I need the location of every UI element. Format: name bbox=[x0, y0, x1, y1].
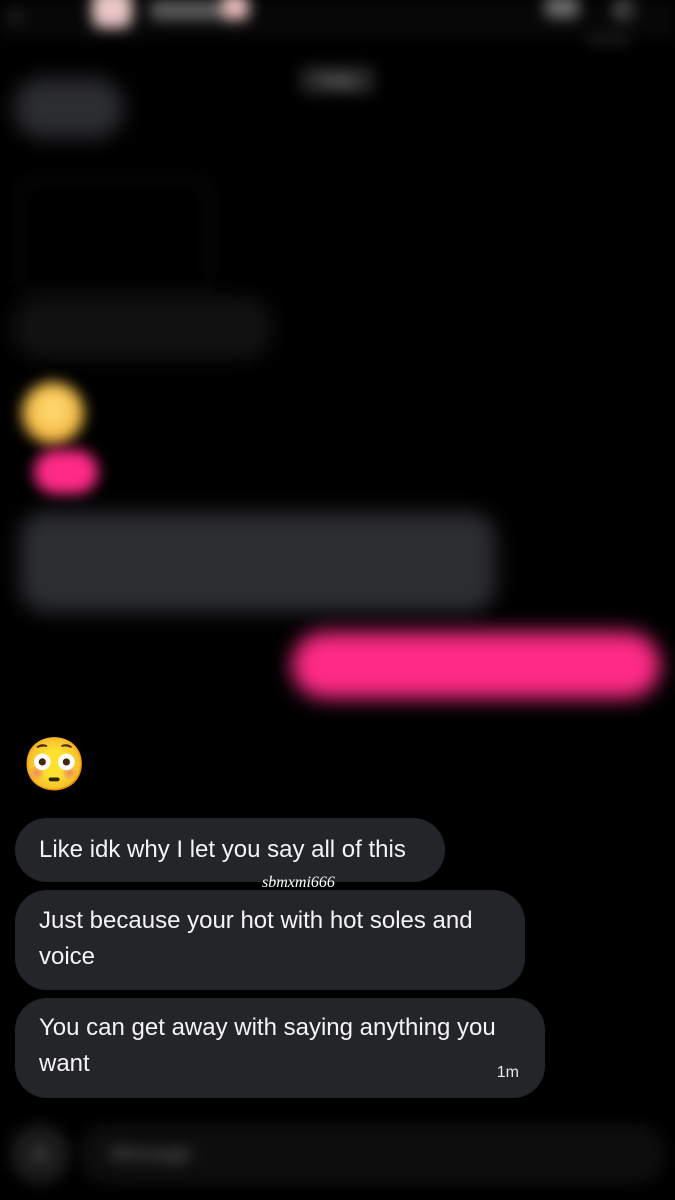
reaction-badge-blurred bbox=[34, 450, 98, 494]
message-input[interactable]: Message bbox=[78, 1124, 666, 1184]
link-bubble-blurred[interactable] bbox=[14, 298, 270, 358]
chat-header: ← ✆ bbox=[0, 0, 675, 40]
add-attachment-button[interactable]: + bbox=[10, 1124, 70, 1184]
back-arrow-icon[interactable]: ← bbox=[6, 0, 36, 25]
message-text: You can get away with saying anything yo… bbox=[39, 1014, 496, 1077]
phone-call-icon[interactable]: ✆ bbox=[612, 0, 646, 26]
message-bubble-blurred[interactable] bbox=[20, 512, 496, 612]
message-text: Like idk why I let you say all of this bbox=[39, 836, 406, 863]
composer: + Message bbox=[0, 1116, 675, 1200]
message-timestamp: 1m bbox=[496, 1064, 519, 1081]
contact-badge bbox=[222, 0, 248, 20]
outgoing-message-blurred[interactable] bbox=[292, 632, 660, 698]
message-bubble[interactable]: Like idk why I let you say all of this bbox=[15, 818, 445, 882]
message-bubble[interactable]: You can get away with saying anything yo… bbox=[15, 998, 545, 1098]
flushed-emoji-message[interactable]: 😳 bbox=[22, 736, 87, 794]
media-placeholder-blurred[interactable] bbox=[18, 180, 210, 294]
avatar[interactable] bbox=[92, 0, 132, 28]
emoji-message-blurred[interactable] bbox=[22, 382, 84, 444]
message-reaction-blurred bbox=[36, 152, 86, 180]
message-text: Just because your hot with hot soles and… bbox=[39, 907, 473, 970]
date-separator: Today bbox=[300, 66, 374, 94]
message-bubble-blurred[interactable] bbox=[14, 78, 124, 138]
video-call-icon[interactable] bbox=[545, 0, 579, 18]
header-subtitle bbox=[588, 34, 630, 44]
message-bubble[interactable]: Just because your hot with hot soles and… bbox=[15, 890, 525, 990]
